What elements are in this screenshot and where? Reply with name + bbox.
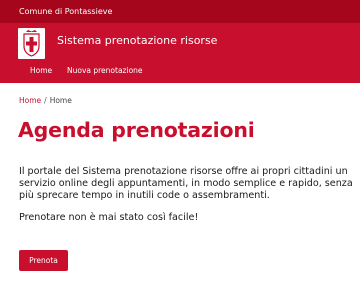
breadcrumb-home-link[interactable]: Home bbox=[19, 96, 41, 105]
intro-text: Il portale del Sistema prenotazione riso… bbox=[19, 166, 353, 201]
page-title: Agenda prenotazioni bbox=[18, 118, 255, 142]
breadcrumb: Home / Home bbox=[19, 96, 72, 106]
nav-item-home[interactable]: Home bbox=[30, 63, 52, 83]
breadcrumb-separator: / bbox=[44, 96, 47, 105]
municipality-bar: Comune di Pontassieve bbox=[0, 0, 360, 23]
tagline-text: Prenotare non è mai stato così facile! bbox=[19, 212, 199, 223]
site-title[interactable]: Sistema prenotazione risorse bbox=[57, 34, 217, 48]
municipal-crest-icon[interactable] bbox=[18, 28, 45, 59]
main-nav: Home Nuova prenotazione bbox=[0, 63, 360, 83]
breadcrumb-current: Home bbox=[49, 96, 72, 105]
nav-item-new-booking[interactable]: Nuova prenotazione bbox=[67, 63, 143, 83]
municipality-name[interactable]: Comune di Pontassieve bbox=[19, 7, 112, 16]
site-header: Sistema prenotazione risorse bbox=[0, 23, 360, 63]
book-button[interactable]: Prenota bbox=[19, 250, 68, 271]
